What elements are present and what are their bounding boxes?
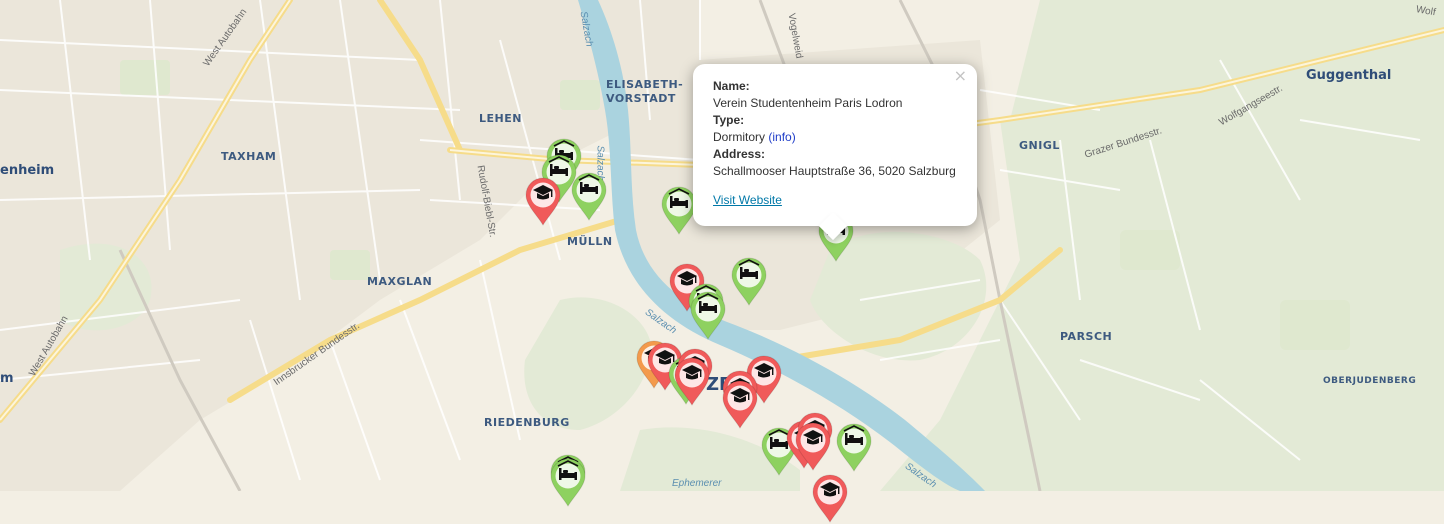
bed-icon: [550, 458, 586, 507]
marker-dormitory[interactable]: [836, 423, 872, 473]
district-label-taxham: TAXHAM: [221, 150, 277, 163]
popup-content: Name: Verein Studentenheim Paris Lodron …: [713, 78, 956, 209]
graduation-cap-icon: [795, 422, 831, 471]
popup-name-label: Name:: [713, 79, 750, 93]
graduation-cap-icon: [812, 474, 848, 523]
popup-address-value: Schallmooser Hauptstraße 36, 5020 Salzbu…: [713, 164, 956, 178]
popup-address-label: Address:: [713, 147, 766, 161]
graduation-cap-icon: [525, 177, 561, 226]
bed-icon: [690, 291, 726, 340]
district-label-riedenburg: RIEDENBURG: [484, 416, 570, 429]
place-label-left-m: m: [0, 371, 14, 386]
marker-university[interactable]: [525, 177, 561, 227]
marker-dormitory[interactable]: [690, 291, 726, 341]
bed-icon: [571, 172, 607, 221]
popup-name-value: Verein Studentenheim Paris Lodron: [713, 96, 903, 110]
graduation-cap-icon: [722, 380, 758, 429]
marker-university[interactable]: [722, 380, 758, 430]
marker-dormitory[interactable]: [571, 172, 607, 222]
popup-type-value: Dormitory: [713, 130, 766, 144]
district-label-oberjudenberg: OBERJUDENBERG: [1323, 376, 1417, 386]
graduation-cap-icon: [674, 357, 710, 406]
marker-university[interactable]: [812, 474, 848, 524]
location-popup: × Name: Verein Studentenheim Paris Lodro…: [693, 64, 977, 241]
marker-dormitory[interactable]: [731, 257, 767, 307]
district-label-elisabeth-vorstadt-2: VORSTADT: [606, 92, 676, 105]
marker-university[interactable]: [795, 422, 831, 472]
district-label-muelln: MÜLLN: [567, 235, 613, 248]
marker-dormitory[interactable]: [661, 186, 697, 236]
place-label-guggenthal: Guggenthal: [1306, 68, 1392, 83]
bed-icon: [731, 257, 767, 306]
popup-visit-website-link[interactable]: Visit Website: [713, 192, 782, 209]
marker-university[interactable]: [674, 357, 710, 407]
district-label-maxglan: MAXGLAN: [367, 275, 433, 288]
popup-info-link[interactable]: (info): [768, 130, 795, 144]
bed-icon: [661, 186, 697, 235]
district-label-gnigl: GNIGL: [1019, 139, 1060, 152]
district-label-elisabeth-vorstadt: ELISABETH-: [606, 78, 684, 91]
district-label-parsch: PARSCH: [1060, 330, 1113, 343]
marker-dormitory[interactable]: [550, 458, 586, 508]
place-label-wals-heim: enheim: [0, 163, 55, 178]
district-label-lehen: LEHEN: [479, 112, 522, 125]
park-label-ephemerer: Ephemerer: [672, 478, 722, 489]
bed-icon: [836, 423, 872, 472]
popup-type-label: Type:: [713, 113, 745, 127]
